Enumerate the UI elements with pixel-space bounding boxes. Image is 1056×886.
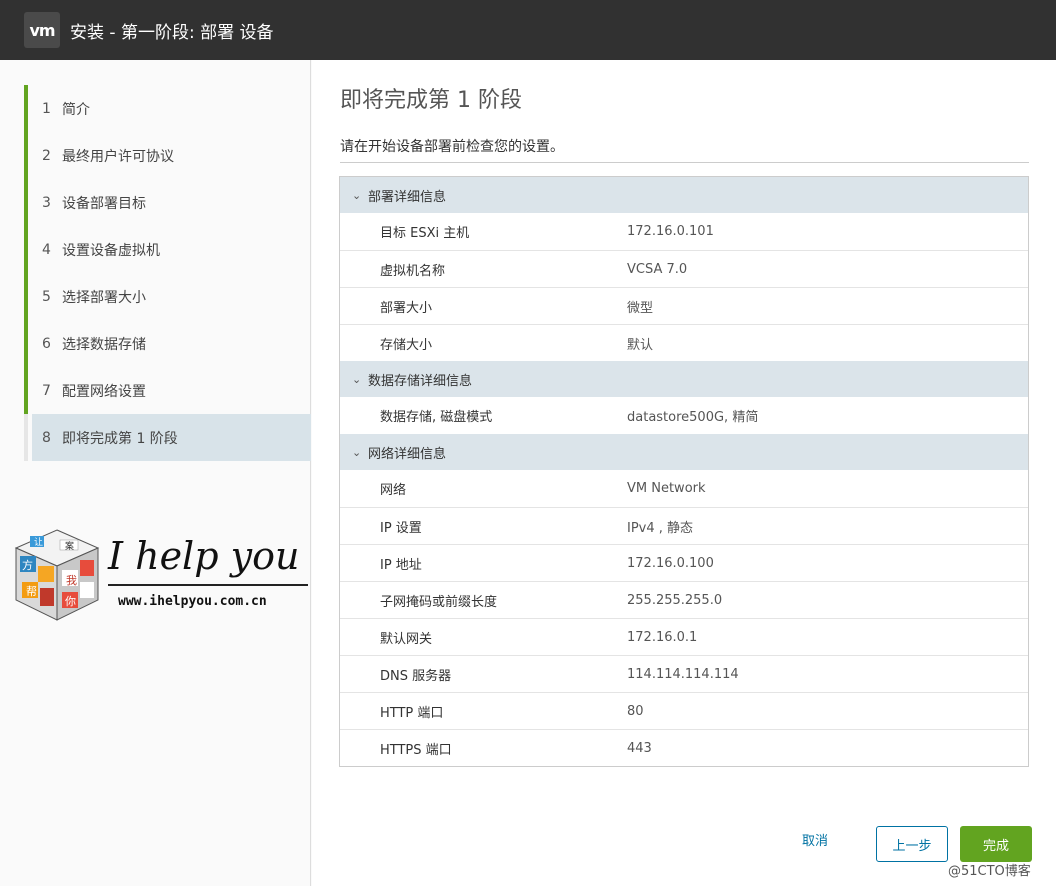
- wizard-step-3[interactable]: 3 设备部署目标: [24, 179, 311, 226]
- detail-key: 数据存储, 磁盘模式: [380, 410, 493, 425]
- brand-url: www.ihelpyou.com.cn: [118, 594, 267, 609]
- detail-key: 虚拟机名称: [380, 263, 446, 279]
- detail-key: 目标 ESXi 主机: [380, 226, 470, 241]
- chevron-down-icon[interactable]: ⌄: [352, 373, 368, 386]
- detail-key: HTTPS 端口: [380, 742, 452, 758]
- cube-char: 你: [65, 595, 76, 608]
- step-number: 2: [42, 147, 51, 164]
- site-watermark: @51CTO博客: [948, 864, 1031, 879]
- detail-row: DNS 服务器 114.114.114.114: [340, 655, 1028, 692]
- wizard-steps: 1 简介 2 最终用户许可协议 3 设备部署目标 4 设置设备虚拟机 5 选择部署大小 6 选择数据存…: [24, 85, 311, 461]
- step-label: 配置网络设置: [62, 383, 146, 400]
- wizard-step-6[interactable]: 6 选择数据存储: [24, 320, 311, 367]
- detail-row: 默认网关 172.16.0.1: [340, 618, 1028, 655]
- wizard-step-7[interactable]: 7 配置网络设置: [24, 367, 311, 414]
- finish-button[interactable]: 完成: [960, 826, 1032, 862]
- detail-key: HTTP 端口: [380, 705, 444, 721]
- wizard-step-4[interactable]: 4 设置设备虚拟机: [24, 226, 311, 273]
- detail-value: 172.16.0.1: [627, 629, 698, 645]
- step-label: 设置设备虚拟机: [62, 242, 160, 259]
- step-label: 设备部署目标: [62, 195, 146, 212]
- detail-row: 部署大小 微型: [340, 287, 1028, 324]
- detail-row: HTTP 端口 80: [340, 692, 1028, 729]
- step-number: 7: [42, 382, 51, 399]
- main-panel: 即将完成第 1 阶段 请在开始设备部署前检查您的设置。 ⌄ 部署详细信息 目标 ES…: [312, 60, 1056, 886]
- detail-row: 存储大小 默认: [340, 324, 1028, 361]
- divider: [340, 162, 1029, 163]
- detail-row: 虚拟机名称 VCSA 7.0: [340, 250, 1028, 287]
- detail-row: 数据存储, 磁盘模式 datastore500G, 精简: [340, 397, 1028, 434]
- detail-row: IP 地址 172.16.0.100: [340, 544, 1028, 581]
- detail-row: IP 设置 IPv4 , 静态: [340, 507, 1028, 544]
- detail-value: datastore500G, 精简: [627, 410, 759, 425]
- step-number: 3: [42, 194, 51, 211]
- cube-char: 让: [34, 537, 43, 548]
- chevron-down-icon[interactable]: ⌄: [352, 446, 368, 459]
- settings-summary: ⌄ 部署详细信息 目标 ESXi 主机 172.16.0.101 虚拟机名称 VCSA 7…: [339, 176, 1029, 767]
- step-number: 6: [42, 335, 51, 352]
- detail-value: VM Network: [627, 481, 706, 496]
- detail-value: 默认: [627, 337, 654, 353]
- wizard-step-2[interactable]: 2 最终用户许可协议: [24, 132, 311, 179]
- step-number: 1: [42, 100, 51, 117]
- wizard-sidebar: 1 简介 2 最终用户许可协议 3 设备部署目标 4 设置设备虚拟机 5 选择部署大小 6 选择数据存…: [0, 60, 311, 886]
- detail-value: 172.16.0.101: [627, 224, 714, 239]
- detail-key: 存储大小: [380, 337, 433, 353]
- step-number: 4: [42, 241, 51, 258]
- section-header[interactable]: ⌄ 网络详细信息: [340, 434, 1028, 470]
- step-label: 最终用户许可协议: [62, 148, 174, 165]
- detail-row: HTTPS 端口 443: [340, 729, 1028, 766]
- page-title: 即将完成第 1 阶段: [340, 88, 522, 113]
- detail-value: 443: [627, 740, 652, 756]
- detail-key: 部署大小: [380, 300, 433, 316]
- section-title: 网络详细信息: [368, 446, 447, 462]
- section-header[interactable]: ⌄ 数据存储详细信息: [340, 361, 1028, 397]
- step-label: 选择部署大小: [62, 289, 146, 306]
- wizard-step-8[interactable]: 8 即将完成第 1 阶段: [24, 414, 311, 461]
- detail-value: IPv4 , 静态: [627, 520, 694, 536]
- detail-value: 255.255.255.0: [627, 592, 723, 608]
- section-title: 部署详细信息: [368, 189, 447, 205]
- section-header[interactable]: ⌄ 部署详细信息: [340, 177, 1028, 213]
- section-title: 数据存储详细信息: [368, 373, 473, 389]
- detail-key: IP 设置: [380, 520, 422, 536]
- brand-watermark: 让 方 案 我 帮 你 I help you www.ihelpyou.com.…: [12, 522, 310, 632]
- rubiks-cube-icon: 让 方 案 我 帮 你: [14, 529, 100, 621]
- chevron-down-icon[interactable]: ⌄: [352, 189, 368, 202]
- window-title: 安装 - 第一阶段: 部署 设备: [70, 22, 274, 43]
- step-number: 5: [42, 288, 51, 305]
- back-button[interactable]: 上一步: [876, 826, 948, 862]
- detail-row: 目标 ESXi 主机 172.16.0.101: [340, 213, 1028, 250]
- cancel-button[interactable]: 取消: [802, 830, 828, 849]
- detail-value: 微型: [627, 300, 654, 316]
- wizard-step-5[interactable]: 5 选择部署大小: [24, 273, 311, 320]
- detail-key: 网络: [380, 483, 407, 498]
- brand-divider: [108, 584, 308, 586]
- step-label: 选择数据存储: [62, 336, 146, 353]
- detail-value: VCSA 7.0: [627, 261, 688, 277]
- step-label: 即将完成第 1 阶段: [62, 430, 178, 447]
- cube-char: 方: [22, 558, 33, 572]
- cube-char: 我: [66, 574, 77, 587]
- detail-row: 子网掩码或前缀长度 255.255.255.0: [340, 581, 1028, 618]
- detail-key: 默认网关: [380, 631, 433, 647]
- title-bar: vm 安装 - 第一阶段: 部署 设备: [0, 0, 1056, 60]
- detail-row: 网络 VM Network: [340, 470, 1028, 507]
- cube-char: 帮: [26, 585, 37, 598]
- wizard-step-1[interactable]: 1 简介: [24, 85, 311, 132]
- detail-value: 172.16.0.100: [627, 555, 714, 571]
- step-label: 简介: [62, 101, 90, 118]
- detail-key: 子网掩码或前缀长度: [380, 594, 498, 610]
- detail-value: 114.114.114.114: [627, 666, 739, 682]
- detail-key: IP 地址: [380, 557, 422, 573]
- step-number: 8: [42, 429, 51, 446]
- cube-char: 案: [65, 540, 74, 552]
- vmware-logo: vm: [24, 12, 60, 48]
- detail-value: 80: [627, 703, 644, 719]
- detail-key: DNS 服务器: [380, 668, 452, 684]
- brand-slogan: I help you: [108, 534, 300, 578]
- page-subtitle: 请在开始设备部署前检查您的设置。: [340, 139, 564, 155]
